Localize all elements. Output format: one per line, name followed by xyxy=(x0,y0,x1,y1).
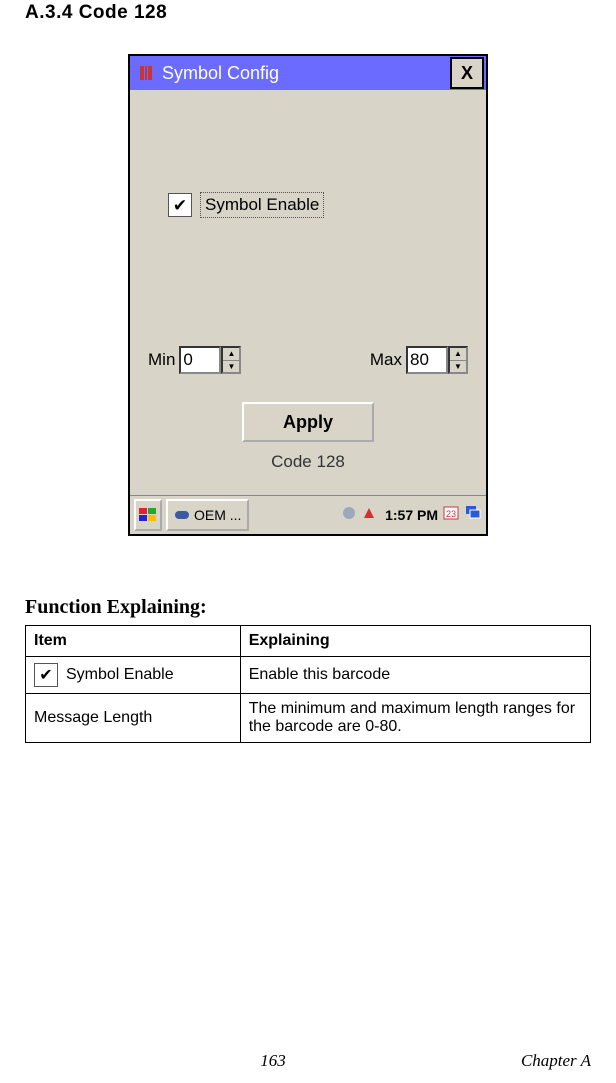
apply-button[interactable]: Apply xyxy=(242,402,374,442)
symbol-enable-checkbox[interactable]: ✔ xyxy=(168,193,192,217)
max-up-icon[interactable]: ▲ xyxy=(450,348,466,361)
explain-table: Item Explaining ✔ Symbol Enable Enable t… xyxy=(25,625,591,743)
length-row: Min 0 ▲ ▼ Max 80 ▲ ▼ xyxy=(130,346,486,374)
table-row: ✔ Symbol Enable Enable this barcode xyxy=(26,657,591,694)
table-header-item: Item xyxy=(26,626,241,657)
taskbar-oem-button[interactable]: OEM ... xyxy=(166,499,249,531)
page-footer: 163 Chapter A xyxy=(25,1051,591,1071)
max-spinner[interactable]: 80 ▲ ▼ xyxy=(406,346,468,374)
taskbar-clock[interactable]: 1:57 PM xyxy=(385,507,438,523)
window-title: Symbol Config xyxy=(162,63,448,84)
max-label: Max xyxy=(370,350,402,370)
tray-network-icon[interactable] xyxy=(361,505,377,526)
symbol-enable-row: ✔ Symbol Enable xyxy=(168,192,324,218)
min-up-icon[interactable]: ▲ xyxy=(223,348,239,361)
taskbar-oem-label: OEM ... xyxy=(194,507,241,523)
code-type-label: Code 128 xyxy=(130,452,486,472)
min-label: Min xyxy=(148,350,175,370)
row-item-label: Message Length xyxy=(26,694,241,743)
close-icon: X xyxy=(461,63,473,84)
titlebar: Symbol Config X xyxy=(130,56,486,90)
svg-text:23: 23 xyxy=(446,509,456,519)
row-checkbox-icon: ✔ xyxy=(34,663,58,687)
table-header-explaining: Explaining xyxy=(240,626,590,657)
chapter-label: Chapter A xyxy=(521,1051,591,1071)
section-heading: A.3.4 Code 128 xyxy=(25,2,591,24)
screenshot-container: Symbol Config X ✔ Symbol Enable Min 0 xyxy=(25,54,591,536)
row-explaining: Enable this barcode xyxy=(240,657,590,694)
function-explaining-heading: Function Explaining: xyxy=(25,596,591,619)
row-item-label: Symbol Enable xyxy=(66,666,174,684)
tray-desktop-icon[interactable] xyxy=(464,504,482,527)
checkmark-icon: ✔ xyxy=(173,197,187,214)
max-down-icon[interactable]: ▼ xyxy=(450,361,466,373)
row-explaining: The minimum and maximum length ranges fo… xyxy=(240,694,590,743)
app-icon xyxy=(136,62,158,84)
symbol-enable-label: Symbol Enable xyxy=(200,192,324,218)
close-button[interactable]: X xyxy=(450,57,484,89)
symbol-config-window: Symbol Config X ✔ Symbol Enable Min 0 xyxy=(128,54,488,536)
taskbar: OEM ... 1:57 PM 23 xyxy=(130,495,486,534)
table-row: Message Length The minimum and maximum l… xyxy=(26,694,591,743)
page-number: 163 xyxy=(260,1051,286,1071)
min-down-icon[interactable]: ▼ xyxy=(223,361,239,373)
tray-speaker-icon[interactable] xyxy=(341,505,357,526)
tray-calendar-icon[interactable]: 23 xyxy=(442,504,460,527)
client-area: ✔ Symbol Enable Min 0 ▲ ▼ Max xyxy=(130,90,486,495)
max-value[interactable]: 80 xyxy=(406,346,448,374)
min-value[interactable]: 0 xyxy=(179,346,221,374)
min-spinner[interactable]: 0 ▲ ▼ xyxy=(179,346,241,374)
start-button[interactable] xyxy=(134,499,162,531)
